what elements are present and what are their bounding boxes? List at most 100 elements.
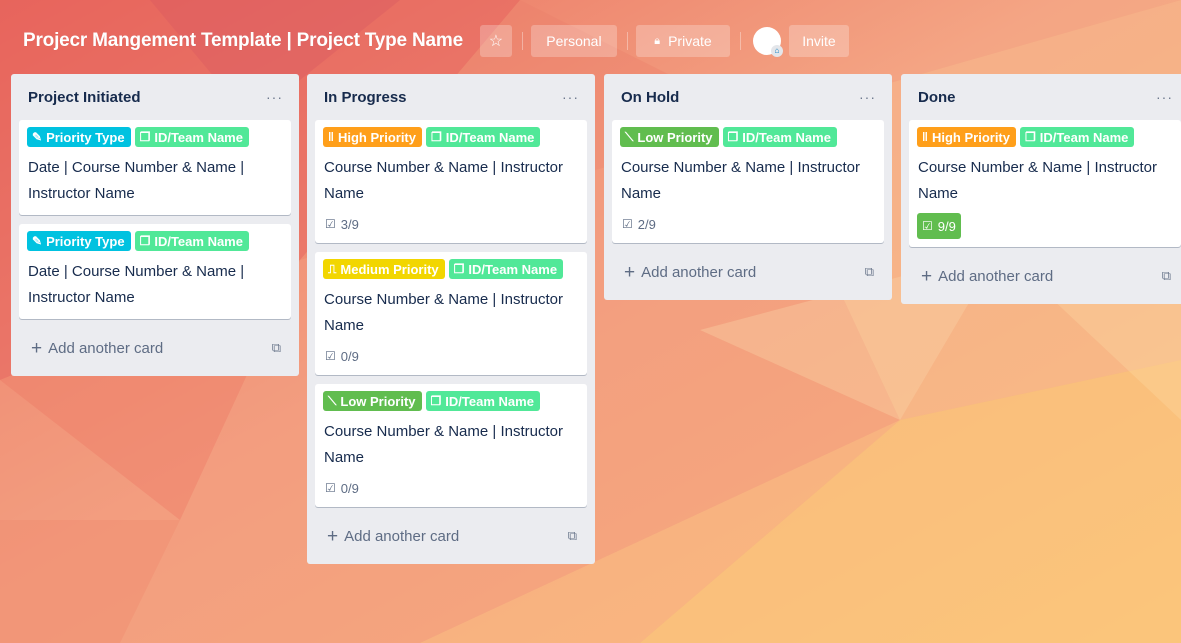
card-labels: ‖ High Priority ❐ ID/Team Name [917,127,1173,147]
list-menu-icon[interactable]: ··· [266,89,283,105]
card-labels: ⟍ Low Priority ❐ ID/Team Name [323,391,579,411]
star-board-button[interactable]: ☆ [479,25,512,57]
checklist-count: 3/9 [340,216,359,232]
template-icon[interactable]: ⧉ [272,340,281,356]
label-team[interactable]: ❐ ID/Team Name [425,391,540,411]
checklist-icon: ☑ [622,217,633,231]
label-low-priority[interactable]: ⟍ Low Priority [620,127,719,147]
board-header: Projecr Mangement Template | Project Typ… [12,12,1169,70]
template-icon[interactable]: ⧉ [1162,268,1171,284]
label-high-priority[interactable]: ‖ High Priority [917,127,1016,147]
label-team[interactable]: ❐ ID/Team Name [426,127,541,147]
label-text: ID/Team Name [445,393,534,409]
label-team[interactable]: ❐ ID/Team Name [448,259,564,279]
label-low-priority[interactable]: ⟍ Low Priority [323,391,422,411]
label-medium-priority[interactable]: ⎍ Medium Priority [323,259,445,279]
list-title[interactable]: On Hold [621,89,679,106]
label-text: Medium Priority [340,261,439,277]
card-title: Course Number & Name | Instructor Name [324,423,563,466]
label-text: ID/Team Name [1039,129,1129,145]
list-title[interactable]: In Progress [324,89,407,106]
card-title: Course Number & Name | Instructor Name [324,291,563,334]
checklist-icon: ☑ [325,349,336,363]
label-text: Low Priority [340,393,416,409]
label-text: High Priority [931,129,1010,145]
add-card-button[interactable]: + Add another card ⧉ [19,328,291,368]
checklist-badge: ☑ 0/9 [323,345,361,367]
label-priority-type[interactable]: ✎ Priority Type [27,231,131,251]
card[interactable]: ✎ Priority Type ❐ ID/Team Name Date | Co… [19,120,291,215]
label-team[interactable]: ❐ ID/Team Name [1020,127,1135,147]
team-icon: ❐ [430,394,442,408]
label-text: ID/Team Name [742,129,831,145]
list-title[interactable]: Project Initiated [28,89,141,106]
label-text: Low Priority [637,129,713,145]
list-menu-icon[interactable]: ··· [1156,89,1173,105]
checklist-badge: ☑ 2/9 [620,213,658,235]
list-menu-icon[interactable]: ··· [859,89,876,105]
header-divider [521,32,523,50]
list-header[interactable]: In Progress ··· [307,74,595,120]
private-button[interactable]: 🔒︎ Private [635,25,730,57]
card[interactable]: ⟍ Low Priority ❐ ID/Team Name Course Num… [612,120,884,243]
label-priority-type[interactable]: ✎ Priority Type [27,127,131,147]
label-team[interactable]: ❐ ID/Team Name [722,127,837,147]
add-card-label: Add another card [938,267,1054,285]
plus-icon: + [327,525,339,547]
card[interactable]: ‖ High Priority ❐ ID/Team Name Course Nu… [315,120,587,243]
star-icon: ☆ [488,33,504,50]
add-card-link[interactable]: + Add another card [624,263,756,282]
template-icon[interactable]: ⧉ [568,528,577,544]
personal-label: Personal [546,33,602,49]
team-icon: ❐ [431,130,442,144]
label-text: ID/Team Name [445,129,535,145]
checklist-count: 0/9 [340,480,359,496]
label-text: High Priority [337,129,416,145]
board-title[interactable]: Projecr Mangement Template | Project Typ… [23,30,463,52]
card-title: Course Number & Name | Instructor Name [621,159,860,202]
template-icon[interactable]: ⧉ [865,264,874,280]
high-priority-icon: ‖ [922,130,928,144]
list-menu-icon[interactable]: ··· [562,89,579,105]
team-icon: ❐ [453,262,465,276]
personal-button[interactable]: Personal [530,25,617,57]
card[interactable]: ‖ High Priority ❐ ID/Team Name Course Nu… [909,120,1181,247]
list-title[interactable]: Done [918,89,956,106]
checklist-badge-complete: ☑ 9/9 [917,213,961,239]
label-text: Priority Type [46,129,125,145]
card[interactable]: ⟍ Low Priority ❐ ID/Team Name Course Num… [315,384,587,507]
card[interactable]: ✎ Priority Type ❐ ID/Team Name Date | Co… [19,224,291,319]
add-card-label: Add another card [48,339,164,357]
card-title: Date | Course Number & Name | Instructor… [28,263,245,306]
list-header[interactable]: On Hold ··· [604,74,892,120]
card-title: Date | Course Number & Name | Instructor… [28,159,245,202]
pencil-icon: ✎ [32,130,43,144]
list-header[interactable]: Done ··· [901,74,1181,120]
card[interactable]: ⎍ Medium Priority ❐ ID/Team Name Course … [315,252,587,375]
label-high-priority[interactable]: ‖ High Priority [323,127,422,147]
label-team[interactable]: ❐ ID/Team Name [134,127,249,147]
add-card-button[interactable]: + Add another card ⧉ [315,516,587,556]
checklist-count: 2/9 [637,216,656,232]
add-card-button[interactable]: + Add another card ⧉ [612,252,884,292]
list-on-hold: On Hold ··· ⟍ Low Priority ❐ ID/Team Nam… [604,74,892,300]
low-priority-icon: ⟍ [625,129,634,144]
label-team[interactable]: ❐ ID/Team Name [134,231,249,251]
team-icon: ❐ [727,130,739,144]
add-card-link[interactable]: + Add another card [327,527,459,546]
label-text: ID/Team Name [154,129,243,145]
label-text: ID/Team Name [154,233,243,249]
list-in-progress: In Progress ··· ‖ High Priority ❐ ID/Tea… [307,74,595,564]
checklist-count: 9/9 [937,218,956,234]
card-labels: ⟍ Low Priority ❐ ID/Team Name [620,127,876,147]
card-title: Course Number & Name | Instructor Name [324,159,563,202]
add-card-link[interactable]: + Add another card [921,267,1053,286]
invite-button[interactable]: Invite [788,25,849,57]
avatar[interactable]: ⌂ [752,27,783,57]
card-labels: ✎ Priority Type ❐ ID/Team Name [27,231,283,251]
card-title: Course Number & Name | Instructor Name [918,159,1157,202]
plus-icon: + [31,337,43,359]
add-card-button[interactable]: + Add another card ⧉ [909,256,1181,296]
add-card-link[interactable]: + Add another card [31,339,163,358]
list-header[interactable]: Project Initiated ··· [11,74,299,120]
